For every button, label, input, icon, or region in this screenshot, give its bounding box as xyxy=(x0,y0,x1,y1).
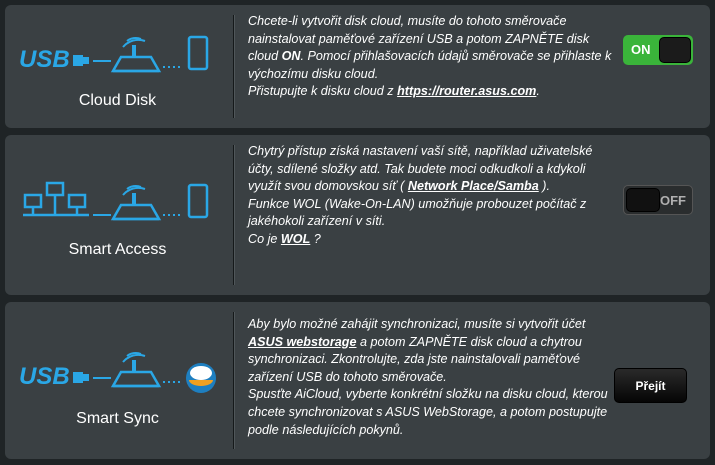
router-icon xyxy=(110,184,162,221)
toggle-label: OFF xyxy=(660,193,686,208)
smart-access-toggle[interactable]: OFF xyxy=(623,185,693,215)
desc-text: Přistupujte k disku cloud z xyxy=(248,84,398,99)
cloud-disk-illustration: USB Cloud Disk xyxy=(5,5,230,128)
desc-text: . xyxy=(536,84,540,99)
usb-icon: USB xyxy=(19,363,89,390)
go-button[interactable]: Přejít xyxy=(614,368,687,403)
network-icon xyxy=(23,181,89,217)
desc-text: ? xyxy=(310,231,321,246)
cloud-disk-description: Chcete-li vytvořit disk cloud, musíte do… xyxy=(248,13,613,101)
toggle-knob xyxy=(659,37,691,63)
smart-access-title: Smart Access xyxy=(68,241,167,258)
desc-text: ). xyxy=(538,179,550,194)
desc-text: Funkce WOL (Wake-On-LAN) umožňuje probou… xyxy=(248,196,587,229)
svg-text:USB: USB xyxy=(19,363,70,390)
smart-sync-description: Aby bylo možné zahájit synchronizaci, mu… xyxy=(248,316,613,439)
smart-access-description: Chytrý přístup získá nastavení vaší sítě… xyxy=(248,143,613,249)
smart-access-illustration: Smart Access xyxy=(5,135,230,295)
smart-sync-illustration: USB Smart Sync xyxy=(5,302,230,459)
desc-text: . Pomocí přihlašovacích údajů směrovače … xyxy=(248,49,612,81)
cloud-disk-panel: USB Cloud Disk Chcete-li vytvořit disk c… xyxy=(5,5,710,128)
svg-text:USB: USB xyxy=(19,46,70,73)
phone-icon xyxy=(187,183,209,219)
asus-webstorage-link[interactable]: ASUS webstorage xyxy=(248,335,356,349)
on-keyword: ON xyxy=(281,49,301,64)
network-place-samba-link[interactable]: Network Place/Samba xyxy=(408,179,539,193)
divider xyxy=(233,145,234,285)
wol-link[interactable]: WOL xyxy=(281,232,310,246)
phone-icon xyxy=(187,35,209,71)
smart-sync-panel: USB Smart Sync Aby bylo možné zahájit sy… xyxy=(5,302,710,459)
divider xyxy=(233,15,234,118)
cloud-disk-toggle[interactable]: ON xyxy=(623,35,693,65)
toggle-knob xyxy=(626,188,660,212)
router-icon xyxy=(110,351,162,388)
desc-text: Co je xyxy=(248,231,281,246)
router-asus-link[interactable]: https://router.asus.com xyxy=(397,84,536,98)
cloud-disk-title: Cloud Disk xyxy=(78,92,157,109)
cloud-sync-icon xyxy=(186,363,216,393)
desc-text: Spusťte AiCloud, vyberte konkrétní složk… xyxy=(248,387,608,437)
smart-access-panel: Smart Access Chytrý přístup získá nastav… xyxy=(5,135,710,295)
divider xyxy=(233,312,234,449)
usb-icon: USB xyxy=(19,46,89,73)
smart-sync-title: Smart Sync xyxy=(76,410,159,427)
desc-text: Aby bylo možné zahájit synchronizaci, mu… xyxy=(248,317,586,331)
router-icon xyxy=(110,36,162,73)
toggle-label: ON xyxy=(631,42,651,57)
